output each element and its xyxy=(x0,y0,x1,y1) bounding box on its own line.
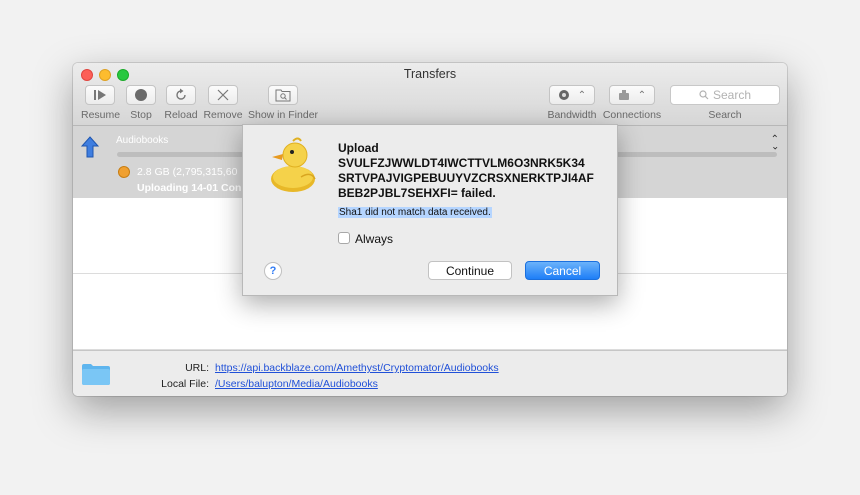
show-in-finder-label: Show in Finder xyxy=(248,109,319,121)
stop-icon xyxy=(126,85,156,105)
info-panel: URL: https://api.backblaze.com/Amethyst/… xyxy=(73,350,787,396)
resume-button[interactable]: Resume xyxy=(81,85,121,121)
url-link[interactable]: https://api.backblaze.com/Amethyst/Crypt… xyxy=(215,362,499,374)
always-checkbox[interactable] xyxy=(338,232,350,244)
transfer-size: 2.8 GB (2,795,315,60 xyxy=(137,166,238,178)
upload-arrow-icon xyxy=(80,136,100,163)
always-checkbox-label[interactable]: Always xyxy=(355,232,393,246)
help-button[interactable]: ? xyxy=(264,262,282,280)
chevron-updown-icon: ⌃ xyxy=(577,89,587,101)
dialog-heading-line: BEB2PJBL7SEHXFI= failed. xyxy=(338,186,496,200)
status-indicator-icon xyxy=(118,166,130,178)
remove-button[interactable]: Remove xyxy=(203,85,243,121)
dialog-heading-line: Upload xyxy=(338,141,379,155)
search-placeholder: Search xyxy=(712,88,752,102)
search-input[interactable]: Search xyxy=(670,85,780,105)
remove-label: Remove xyxy=(203,109,243,121)
cancel-button[interactable]: Cancel xyxy=(525,261,600,280)
reload-button[interactable]: Reload xyxy=(162,85,200,121)
bandwidth-selector[interactable]: ⌃ Bandwidth xyxy=(545,85,599,121)
duck-logo-icon xyxy=(265,135,321,200)
remove-icon xyxy=(208,85,238,105)
local-file-link[interactable]: /Users/balupton/Media/Audiobooks xyxy=(215,378,378,390)
stop-button[interactable]: Stop xyxy=(124,85,158,121)
continue-button[interactable]: Continue xyxy=(428,261,512,280)
bandwidth-label: Bandwidth xyxy=(547,109,597,121)
connections-icon xyxy=(618,90,629,100)
dialog-heading-line: SRTVPAJVIGPEBUUYVZCRSXNERKTPJI4AF xyxy=(338,171,594,185)
bandwidth-popup[interactable]: ⌃ xyxy=(549,85,595,105)
toolbar: Transfers Resume Stop Reload Remove Show… xyxy=(73,63,787,126)
search-label: Search xyxy=(708,109,742,121)
local-file-label: Local File: xyxy=(161,378,209,390)
connections-label: Connections xyxy=(602,109,662,121)
window-title: Transfers xyxy=(403,67,457,81)
connections-selector[interactable]: ⌃ Connections xyxy=(601,85,663,121)
transfer-status: Uploading 14-01 Con xyxy=(137,182,242,194)
dialog-heading: Upload SVULFZJWWLDT4IWCTTVLM6O3NRK5K34 S… xyxy=(338,141,608,201)
resume-label: Resume xyxy=(81,109,121,121)
reload-icon xyxy=(166,85,196,105)
upload-failed-dialog: Upload SVULFZJWWLDT4IWCTTVLM6O3NRK5K34 S… xyxy=(242,124,618,296)
folder-icon xyxy=(82,363,110,385)
show-in-finder-button[interactable]: Show in Finder xyxy=(248,85,318,121)
dialog-message: Sha1 did not match data received. xyxy=(338,207,492,218)
chevron-updown-icon: ⌃ xyxy=(637,89,647,101)
dialog-heading-line: SVULFZJWWLDT4IWCTTVLM6O3NRK5K34 xyxy=(338,156,585,170)
transfer-name: Audiobooks xyxy=(116,135,169,146)
url-label: URL: xyxy=(185,362,209,374)
search-group: Search Search xyxy=(670,85,780,121)
gauge-icon xyxy=(558,90,569,100)
search-icon xyxy=(699,90,709,100)
reload-label: Reload xyxy=(164,109,198,121)
stop-label: Stop xyxy=(130,109,152,121)
finder-icon xyxy=(268,85,298,105)
play-icon xyxy=(85,85,115,105)
connections-popup[interactable]: ⌃ xyxy=(609,85,655,105)
